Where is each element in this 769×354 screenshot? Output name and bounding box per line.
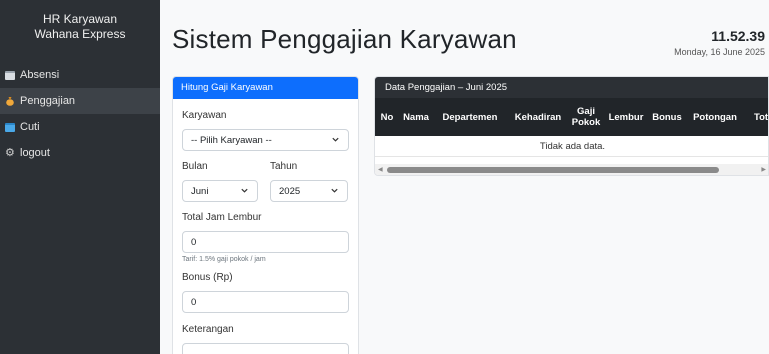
sidebar-item-label: Cuti — [20, 121, 40, 133]
column-header-nama: Nama — [403, 111, 429, 123]
keterangan-label: Keterangan — [182, 324, 234, 335]
scrollbar-thumb[interactable] — [387, 167, 719, 173]
tahun-select[interactable]: 2025 — [270, 180, 348, 202]
lembur-input-value: 0 — [191, 236, 197, 248]
calendar-icon — [5, 122, 15, 132]
sidebar-item-logout[interactable]: ⚙ logout — [0, 140, 160, 166]
clock-date: Monday, 16 June 2025 — [674, 47, 765, 57]
column-header-lembur: Lembur — [608, 111, 644, 123]
empty-table-message: Tidak ada data. — [375, 136, 768, 157]
column-header-total: Total — [754, 111, 769, 123]
column-header-potongan: Potongan — [693, 111, 737, 123]
page-title: Sistem Penggajian Karyawan — [172, 24, 517, 54]
salary-form-card: Hitung Gaji Karyawan Karyawan -- Pilih K… — [172, 76, 359, 354]
scroll-left-arrow-icon[interactable]: ◀ — [378, 167, 383, 173]
sidebar-item-label: logout — [20, 147, 50, 159]
keterangan-input[interactable] — [182, 343, 349, 354]
payroll-table-card: Data Penggajian – Juni 2025 No Nama Depa… — [374, 76, 769, 176]
column-header-kehadiran: Kehadiran — [514, 111, 562, 123]
scroll-right-arrow-icon[interactable]: ▶ — [761, 167, 766, 173]
column-header-departemen: Departemen — [442, 111, 498, 123]
column-header-bonus: Bonus — [652, 111, 682, 123]
clock-time: 11.52.39 — [711, 28, 765, 44]
tahun-select-value: 2025 — [279, 185, 301, 197]
form-header: Hitung Gaji Karyawan — [173, 77, 358, 99]
sidebar: HR Karyawan Wahana Express Absensi Pengg… — [0, 0, 160, 354]
bonus-input[interactable]: 0 — [182, 291, 349, 313]
brand: HR Karyawan Wahana Express — [0, 0, 160, 62]
chevron-down-icon — [331, 188, 338, 193]
gear-icon: ⚙ — [5, 147, 15, 159]
karyawan-select[interactable]: -- Pilih Karyawan -- — [182, 129, 349, 151]
lembur-hint: Tarif: 1.5% gaji pokok / jam — [182, 256, 266, 263]
bonus-input-value: 0 — [191, 296, 197, 308]
karyawan-select-value: -- Pilih Karyawan -- — [191, 134, 272, 146]
karyawan-label: Karyawan — [182, 110, 227, 121]
sidebar-item-penggajian[interactable]: Penggajian — [0, 88, 160, 114]
bulan-select-value: Juni — [191, 185, 209, 197]
calendar-icon — [5, 70, 15, 80]
column-header-no: No — [380, 111, 394, 123]
sidebar-item-absensi[interactable]: Absensi — [0, 62, 160, 88]
sidebar-item-cuti[interactable]: Cuti — [0, 114, 160, 140]
bonus-label: Bonus (Rp) — [182, 272, 233, 283]
brand-line-2: Wahana Express — [34, 27, 126, 41]
table-title: Data Penggajian – Juni 2025 — [375, 77, 768, 98]
tahun-label: Tahun — [270, 161, 298, 172]
bulan-select[interactable]: Juni — [182, 180, 258, 202]
sidebar-item-label: Absensi — [20, 69, 60, 81]
lembur-input[interactable]: 0 — [182, 231, 349, 253]
bulan-label: Bulan — [182, 161, 208, 172]
table-header: No Nama Departemen Kehadiran Gaji Pokok … — [375, 98, 769, 136]
chevron-down-icon — [332, 137, 339, 142]
clock: 11.52.39 Monday, 16 June 2025 — [674, 28, 765, 57]
column-header-gaji-pokok: Gaji Pokok — [571, 106, 601, 128]
sidebar-item-label: Penggajian — [20, 95, 76, 107]
lembur-label: Total Jam Lembur — [182, 212, 262, 223]
money-bag-icon — [6, 97, 14, 106]
brand-line-1: HR Karyawan — [42, 12, 118, 26]
chevron-down-icon — [241, 188, 248, 193]
horizontal-scrollbar[interactable]: ◀ ▶ — [375, 164, 768, 175]
